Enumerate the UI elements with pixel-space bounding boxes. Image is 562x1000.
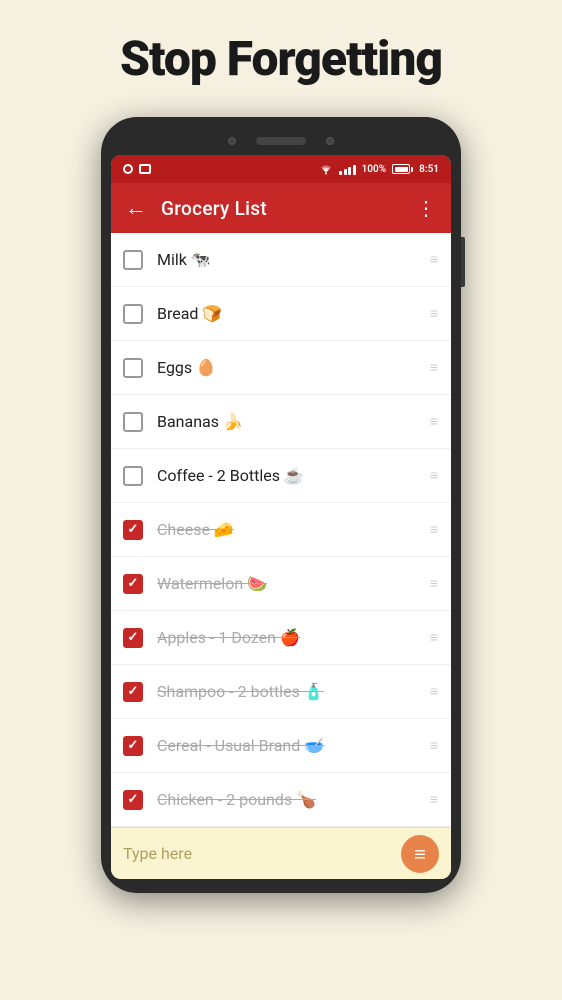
drag-handle-icon[interactable]: ≡ bbox=[430, 521, 439, 538]
add-icon: ≡ bbox=[414, 844, 426, 864]
item-label: Cheese 🧀 bbox=[157, 520, 422, 539]
drag-handle-icon[interactable]: ≡ bbox=[430, 575, 439, 592]
drag-handle-icon[interactable]: ≡ bbox=[430, 467, 439, 484]
status-left-icons bbox=[123, 164, 151, 174]
item-checkbox[interactable] bbox=[123, 304, 143, 324]
item-label: Watermelon 🍉 bbox=[157, 574, 422, 593]
drag-handle-icon[interactable]: ≡ bbox=[430, 251, 439, 268]
bottom-input-bar: Type here ≡ bbox=[111, 827, 451, 879]
phone-screen: 100% 8:51 ← Grocery List ⋮ Milk 🐄≡Bread … bbox=[111, 155, 451, 879]
type-here-input[interactable]: Type here bbox=[123, 844, 401, 863]
item-label: Milk 🐄 bbox=[157, 250, 422, 269]
item-checkbox[interactable] bbox=[123, 736, 143, 756]
app-bar-title: Grocery List bbox=[161, 197, 402, 220]
back-button[interactable]: ← bbox=[125, 195, 147, 221]
drag-handle-icon[interactable]: ≡ bbox=[430, 791, 439, 808]
grocery-list: Milk 🐄≡Bread 🍞≡Eggs 🥚≡Bananas 🍌≡Coffee -… bbox=[111, 233, 451, 827]
list-item: Bread 🍞 ≡ bbox=[111, 287, 451, 341]
drag-handle-icon[interactable]: ≡ bbox=[430, 629, 439, 646]
list-item: Cheese 🧀 ≡ bbox=[111, 503, 451, 557]
item-label: Apples - 1 Dozen 🍎 bbox=[157, 628, 422, 647]
drag-handle-icon[interactable]: ≡ bbox=[430, 683, 439, 700]
list-item: Milk 🐄 ≡ bbox=[111, 233, 451, 287]
wifi-icon bbox=[319, 164, 333, 175]
status-rect-icon bbox=[139, 164, 151, 174]
item-checkbox[interactable] bbox=[123, 250, 143, 270]
phone-side-button bbox=[461, 237, 465, 287]
status-time: 8:51 bbox=[419, 164, 439, 175]
item-label: Chicken - 2 pounds 🍗 bbox=[157, 790, 422, 809]
signal-bars-icon bbox=[339, 163, 356, 175]
list-item: Bananas 🍌 ≡ bbox=[111, 395, 451, 449]
phone-top-bar bbox=[111, 131, 451, 155]
item-label: Cereal - Usual Brand 🥣 bbox=[157, 736, 422, 755]
item-checkbox[interactable] bbox=[123, 628, 143, 648]
item-label: Coffee - 2 Bottles ☕ bbox=[157, 466, 422, 485]
list-item: Watermelon 🍉 ≡ bbox=[111, 557, 451, 611]
battery-icon bbox=[392, 164, 413, 174]
phone-camera-2 bbox=[326, 137, 334, 145]
page-headline: Stop Forgetting bbox=[120, 30, 442, 87]
drag-handle-icon[interactable]: ≡ bbox=[430, 359, 439, 376]
item-label: Bread 🍞 bbox=[157, 304, 422, 323]
item-checkbox[interactable] bbox=[123, 682, 143, 702]
drag-handle-icon[interactable]: ≡ bbox=[430, 413, 439, 430]
item-checkbox[interactable] bbox=[123, 790, 143, 810]
list-item: Chicken - 2 pounds 🍗 ≡ bbox=[111, 773, 451, 827]
add-item-button[interactable]: ≡ bbox=[401, 835, 439, 873]
list-item: Cereal - Usual Brand 🥣 ≡ bbox=[111, 719, 451, 773]
overflow-menu-button[interactable]: ⋮ bbox=[416, 196, 437, 220]
drag-handle-icon[interactable]: ≡ bbox=[430, 305, 439, 322]
list-item: Coffee - 2 Bottles ☕ ≡ bbox=[111, 449, 451, 503]
item-label: Bananas 🍌 bbox=[157, 412, 422, 431]
item-checkbox[interactable] bbox=[123, 574, 143, 594]
item-checkbox[interactable] bbox=[123, 466, 143, 486]
status-bar: 100% 8:51 bbox=[111, 155, 451, 183]
item-label: Shampoo - 2 bottles 🧴 bbox=[157, 682, 422, 701]
app-bar: ← Grocery List ⋮ bbox=[111, 183, 451, 233]
battery-percent: 100% bbox=[362, 164, 387, 175]
drag-handle-icon[interactable]: ≡ bbox=[430, 737, 439, 754]
phone-camera bbox=[228, 137, 236, 145]
item-checkbox[interactable] bbox=[123, 358, 143, 378]
item-label: Eggs 🥚 bbox=[157, 358, 422, 377]
list-item: Apples - 1 Dozen 🍎 ≡ bbox=[111, 611, 451, 665]
phone-speaker bbox=[256, 137, 306, 145]
list-item: Eggs 🥚 ≡ bbox=[111, 341, 451, 395]
status-circle-icon bbox=[123, 164, 133, 174]
list-item: Shampoo - 2 bottles 🧴 ≡ bbox=[111, 665, 451, 719]
status-right-info: 100% 8:51 bbox=[319, 163, 439, 175]
item-checkbox[interactable] bbox=[123, 412, 143, 432]
item-checkbox[interactable] bbox=[123, 520, 143, 540]
phone-frame: 100% 8:51 ← Grocery List ⋮ Milk 🐄≡Bread … bbox=[101, 117, 461, 893]
